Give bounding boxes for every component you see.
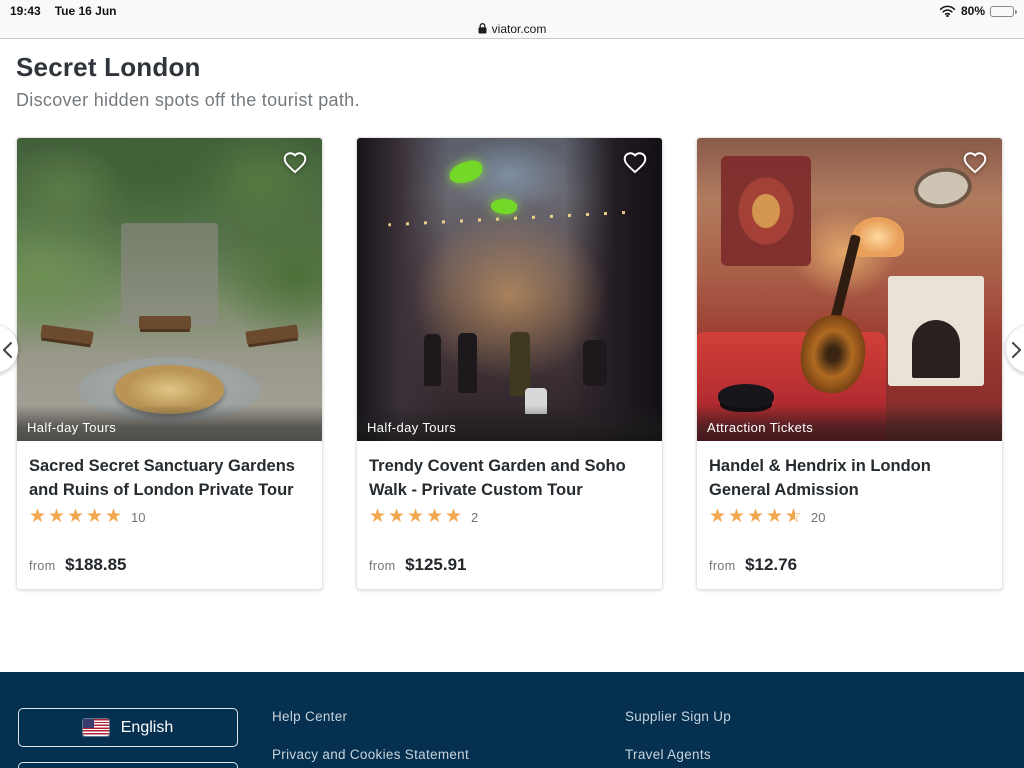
card-image[interactable]: Half-day Tours [357, 138, 662, 441]
main-content: Secret London Discover hidden spots off … [0, 40, 1024, 590]
page-title: Secret London [16, 52, 1024, 83]
photo-shape [583, 340, 607, 386]
wifi-icon [939, 5, 956, 17]
star-rating: ★★★★☆★ [709, 507, 804, 527]
photo-shape [424, 334, 441, 386]
tour-title[interactable]: Handel & Hendrix in London General Admis… [709, 454, 990, 502]
battery-icon [990, 6, 1014, 17]
photo-shape [41, 324, 94, 344]
photo-shape [447, 158, 485, 186]
chevron-right-icon [1011, 341, 1023, 359]
price: $188.85 [65, 555, 126, 574]
rating-row: ★★★★☆★ 20 [709, 507, 990, 527]
price-row: from $188.85 [29, 555, 310, 575]
card-body: Handel & Hendrix in London General Admis… [697, 441, 1002, 589]
rating-row: ★★★★★ 10 [29, 507, 310, 527]
badge-label: Half-day Tours [27, 420, 116, 435]
url-text: viator.com [492, 22, 547, 36]
clock: 19:43 [10, 4, 41, 18]
heart-icon [282, 150, 308, 174]
footer-link-supplier-signup[interactable]: Supplier Sign Up [625, 709, 731, 724]
status-date: Tue 16 Jun [55, 4, 117, 18]
star-rating: ★★★★★ [29, 507, 124, 527]
lock-icon [478, 23, 487, 34]
status-right: 80% [939, 4, 1014, 18]
review-count: 2 [471, 510, 478, 525]
wishlist-heart-button[interactable] [962, 146, 994, 178]
card-image[interactable]: Half-day Tours [17, 138, 322, 441]
chevron-left-icon [1, 341, 13, 359]
status-bar: 19:43 Tue 16 Jun 80% [0, 0, 1024, 20]
ipad-screen: 19:43 Tue 16 Jun 80% [0, 0, 1024, 768]
footer-link-privacy[interactable]: Privacy and Cookies Statement [272, 747, 469, 762]
price-row: from $12.76 [709, 555, 990, 575]
photo-shape [245, 324, 298, 344]
category-badge: Attraction Tickets [697, 405, 1002, 441]
language-label: English [121, 719, 173, 737]
price: $125.91 [405, 555, 466, 574]
photo-shape [121, 223, 219, 326]
footer-links-column-1: Help Center Privacy and Cookies Statemen… [272, 708, 469, 768]
photo-shape [490, 196, 518, 215]
tour-card[interactable]: Attraction Tickets Handel & Hendrix in L… [696, 137, 1003, 590]
card-body: Trendy Covent Garden and Soho Walk - Pri… [357, 441, 662, 589]
tour-card[interactable]: Half-day Tours Sacred Secret Sanctuary G… [16, 137, 323, 590]
badge-label: Half-day Tours [367, 420, 456, 435]
tour-card-carousel: Half-day Tours Sacred Secret Sanctuary G… [0, 137, 1024, 590]
heart-icon [622, 150, 648, 174]
top-bar: 19:43 Tue 16 Jun 80% [0, 0, 1024, 39]
wishlist-heart-button[interactable] [282, 146, 314, 178]
category-badge: Half-day Tours [357, 405, 662, 441]
footer-link-travel-agents[interactable]: Travel Agents [625, 747, 711, 762]
wishlist-heart-button[interactable] [622, 146, 654, 178]
us-flag-icon [83, 719, 109, 736]
from-label: from [369, 559, 396, 573]
from-label: from [709, 559, 736, 573]
site-footer: English Help Center Privacy and Cookies … [0, 672, 1024, 768]
category-badge: Half-day Tours [17, 405, 322, 441]
badge-label: Attraction Tickets [707, 420, 813, 435]
photo-shape [829, 234, 861, 326]
tour-title[interactable]: Trendy Covent Garden and Soho Walk - Pri… [369, 454, 650, 502]
currency-selector-button[interactable] [18, 762, 238, 768]
card-body: Sacred Secret Sanctuary Gardens and Ruin… [17, 441, 322, 589]
price: $12.76 [745, 555, 797, 574]
rating-row: ★★★★★ 2 [369, 507, 650, 527]
review-count: 20 [811, 510, 825, 525]
battery-percent: 80% [961, 4, 985, 18]
status-left: 19:43 Tue 16 Jun [10, 4, 117, 18]
price-row: from $125.91 [369, 555, 650, 575]
photo-shape [458, 333, 477, 393]
from-label: from [29, 559, 56, 573]
footer-link-help-center[interactable]: Help Center [272, 709, 347, 724]
photo-shape [721, 156, 811, 266]
card-image[interactable]: Attraction Tickets [697, 138, 1002, 441]
star-rating: ★★★★★ [369, 507, 464, 527]
language-selector-button[interactable]: English [18, 708, 238, 747]
tour-card[interactable]: Half-day Tours Trendy Covent Garden and … [356, 137, 663, 590]
browser-url-bar[interactable]: viator.com [0, 20, 1024, 37]
footer-links-column-2: Supplier Sign Up Travel Agents [625, 708, 731, 768]
photo-shape [139, 316, 191, 329]
photo-shape [510, 332, 530, 396]
tour-title[interactable]: Sacred Secret Sanctuary Gardens and Ruin… [29, 454, 310, 502]
review-count: 10 [131, 510, 145, 525]
page-subtitle: Discover hidden spots off the tourist pa… [16, 90, 1024, 111]
heart-icon [962, 150, 988, 174]
photo-shape [888, 276, 984, 386]
